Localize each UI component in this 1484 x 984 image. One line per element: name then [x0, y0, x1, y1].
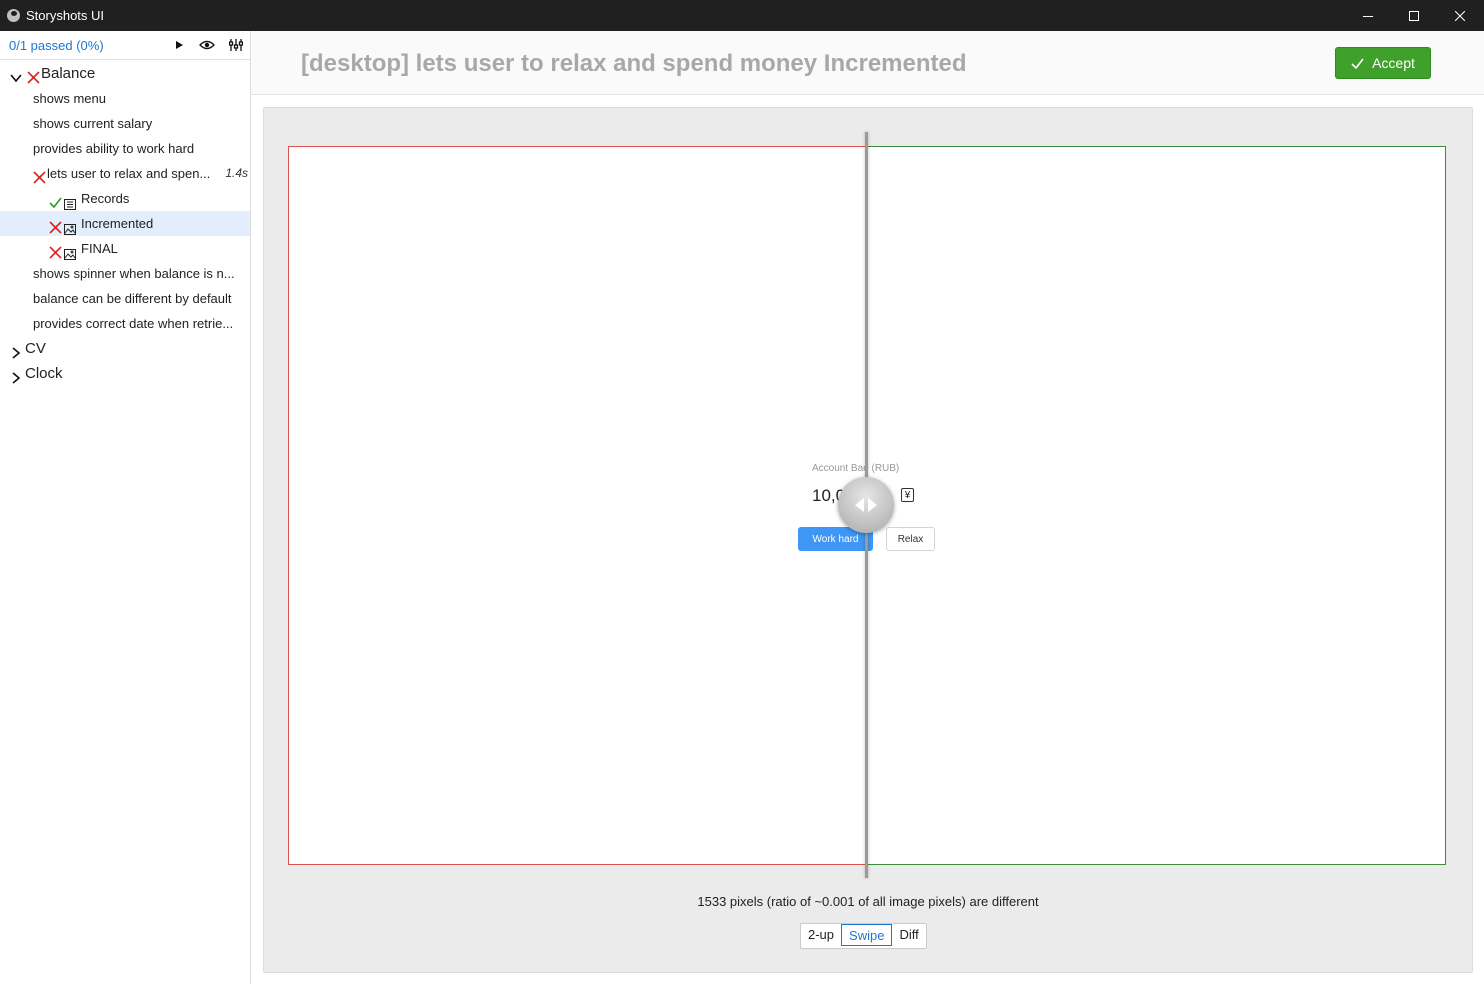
fail-icon	[33, 167, 46, 184]
title-bar: Storyshots UI	[0, 0, 1484, 31]
story-header: [desktop] lets user to relax and spend m…	[251, 31, 1484, 95]
mode-2up[interactable]: 2-up	[801, 924, 841, 946]
close-icon	[1455, 10, 1465, 21]
image-icon	[64, 243, 76, 260]
tree-item-records[interactable]: Records	[0, 186, 250, 211]
pass-icon	[49, 192, 62, 209]
page-title: [desktop] lets user to relax and spend m…	[301, 50, 967, 77]
sidebar-toolbar: 0/1 passed (0%)	[0, 31, 250, 60]
tree-group-cv[interactable]: CV	[0, 336, 250, 361]
arrow-left-icon	[855, 498, 864, 512]
tree-label: provides ability to work hard	[33, 141, 195, 156]
tree-label: Records	[81, 191, 130, 206]
yen-icon: ¥	[901, 488, 914, 502]
app-icon	[7, 9, 20, 22]
mode-diff[interactable]: Diff	[892, 924, 925, 946]
fail-icon	[27, 67, 40, 84]
diff-summary: 1533 pixels (ratio of ~0.001 of all imag…	[697, 894, 1039, 909]
preview-relax-button: Relax	[886, 527, 935, 551]
preview-balance-label: Account Bae (RUB)	[812, 463, 900, 474]
fail-icon	[49, 242, 62, 259]
accept-button[interactable]: Accept	[1335, 47, 1431, 79]
tree-label: Clock	[25, 365, 63, 382]
tree-item[interactable]: balance can be different by default	[0, 286, 250, 311]
duration-label: 1.4s	[225, 166, 248, 180]
story-tree: Balance shows menu shows current salary …	[0, 61, 250, 386]
sidebar: 0/1 passed (0%) Balance shows menu shows…	[0, 31, 251, 984]
tree-item[interactable]: shows spinner when balance is n...	[0, 261, 250, 286]
tree-label: provides correct date when retrie...	[33, 316, 234, 331]
eye-icon	[199, 40, 215, 50]
tree-label: shows menu	[33, 91, 106, 106]
tree-group-balance[interactable]: Balance	[0, 61, 250, 86]
tree-item[interactable]: provides ability to work hard	[0, 136, 250, 161]
tree-item[interactable]: shows current salary	[0, 111, 250, 136]
fail-icon	[49, 217, 62, 234]
maximize-button[interactable]	[1391, 0, 1437, 31]
check-icon	[1351, 58, 1364, 69]
compare-mode-switch: 2-up Swipe Diff	[800, 923, 927, 949]
swipe-handle[interactable]	[838, 477, 894, 533]
arrow-right-icon	[868, 498, 877, 512]
minimize-icon	[1363, 15, 1373, 17]
tree-group-clock[interactable]: Clock	[0, 361, 250, 386]
tree-label: lets user to relax and spen...	[47, 166, 211, 181]
minimize-button[interactable]	[1345, 0, 1391, 31]
chevron-right-icon	[10, 367, 22, 384]
tree-item[interactable]: provides correct date when retrie...	[0, 311, 250, 336]
tree-label: Balance	[41, 65, 96, 82]
new-screenshot	[867, 146, 1446, 865]
watch-button[interactable]	[199, 37, 215, 53]
run-button[interactable]	[171, 37, 187, 53]
old-screenshot	[288, 146, 867, 865]
tree-item-failed-story[interactable]: lets user to relax and spen... 1.4s	[0, 161, 250, 186]
close-button[interactable]	[1437, 0, 1483, 31]
chevron-down-icon	[10, 67, 22, 83]
image-icon	[64, 218, 76, 235]
tree-label: shows current salary	[33, 116, 153, 131]
play-icon	[176, 41, 183, 49]
diff-viewer: Account Bae (RUB) 10,0 ¥ Work hard Relax…	[263, 107, 1473, 973]
tree-item-final[interactable]: FINAL	[0, 236, 250, 261]
filter-button[interactable]	[228, 37, 244, 53]
tree-item-incremented[interactable]: Incremented	[0, 211, 250, 236]
pass-status[interactable]: 0/1 passed (0%)	[9, 38, 104, 53]
mode-swipe[interactable]: Swipe	[841, 924, 893, 946]
tree-item[interactable]: shows menu	[0, 86, 250, 111]
tree-label: shows spinner when balance is n...	[33, 266, 235, 281]
sliders-icon	[229, 39, 243, 51]
chevron-right-icon	[10, 342, 22, 359]
tree-label: Incremented	[81, 216, 154, 231]
main-panel: [desktop] lets user to relax and spend m…	[251, 31, 1484, 984]
document-icon	[64, 193, 76, 210]
tree-label: CV	[25, 340, 46, 357]
maximize-icon	[1409, 10, 1419, 21]
accept-label: Accept	[1372, 55, 1415, 71]
tree-label: balance can be different by default	[33, 291, 232, 306]
tree-label: FINAL	[81, 241, 118, 256]
window-title: Storyshots UI	[26, 8, 105, 23]
